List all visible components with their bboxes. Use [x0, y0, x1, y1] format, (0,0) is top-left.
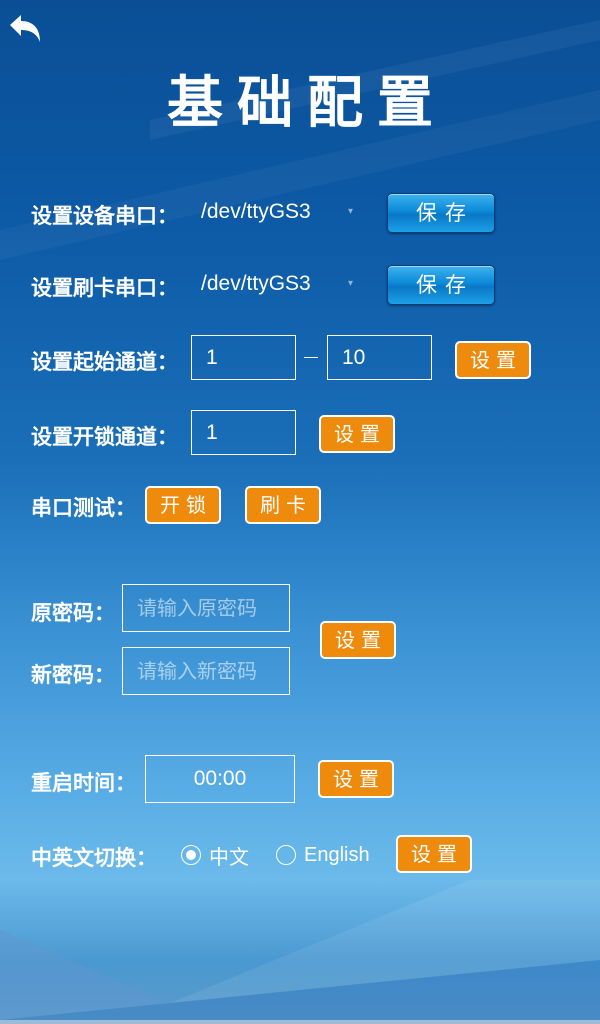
start-channel-to-input[interactable]: 10: [327, 335, 432, 380]
card-serial-dropdown[interactable]: /dev/ttyGS3 ▾: [198, 270, 363, 302]
back-arrow-icon: [10, 15, 40, 42]
old-password-label: 原密码：: [31, 601, 115, 625]
language-set-button[interactable]: 设置: [396, 835, 472, 873]
language-option-english[interactable]: English: [276, 843, 370, 867]
device-serial-label: 设置设备串口：: [31, 204, 178, 228]
test-swipe-card-button[interactable]: 刷卡: [245, 486, 321, 524]
old-password-input[interactable]: 请输入原密码: [122, 584, 290, 632]
language-option-chinese[interactable]: 中文: [181, 843, 249, 869]
card-serial-label: 设置刷卡串口：: [31, 276, 178, 300]
back-button[interactable]: [8, 12, 42, 46]
restart-time-input[interactable]: 00:00: [145, 755, 295, 803]
card-serial-value: /dev/ttyGS3: [201, 272, 311, 295]
page-title: 基础配置: [167, 71, 447, 136]
language-option-label: 中文: [209, 844, 249, 869]
unlock-channel-label: 设置开锁通道：: [31, 425, 178, 449]
start-channel-label: 设置起始通道：: [31, 350, 178, 374]
unlock-channel-input[interactable]: 1: [191, 410, 296, 455]
dropdown-arrow-icon: ▾: [348, 278, 354, 289]
test-unlock-button[interactable]: 开锁: [145, 486, 221, 524]
range-dash: [304, 357, 318, 358]
radio-selected-icon: [181, 845, 201, 865]
device-serial-value: /dev/ttyGS3: [201, 200, 311, 223]
device-serial-save-button[interactable]: 保存: [387, 193, 495, 233]
language-option-label: English: [304, 843, 370, 866]
new-password-label: 新密码：: [31, 663, 115, 687]
start-channel-set-button[interactable]: 设置: [455, 341, 531, 379]
restart-time-set-button[interactable]: 设置: [318, 760, 394, 798]
restart-time-label: 重启时间：: [31, 771, 136, 795]
radio-unselected-icon: [276, 845, 296, 865]
unlock-channel-set-button[interactable]: 设置: [319, 415, 395, 453]
card-serial-save-button[interactable]: 保存: [387, 265, 495, 305]
dropdown-arrow-icon: ▾: [348, 206, 354, 217]
device-serial-dropdown[interactable]: /dev/ttyGS3 ▾: [198, 198, 363, 230]
serial-test-label: 串口测试：: [31, 496, 136, 520]
new-password-input[interactable]: 请输入新密码: [122, 647, 290, 695]
password-set-button[interactable]: 设置: [320, 621, 396, 659]
start-channel-from-input[interactable]: 1: [191, 335, 296, 380]
language-label: 中英文切换：: [31, 846, 157, 870]
